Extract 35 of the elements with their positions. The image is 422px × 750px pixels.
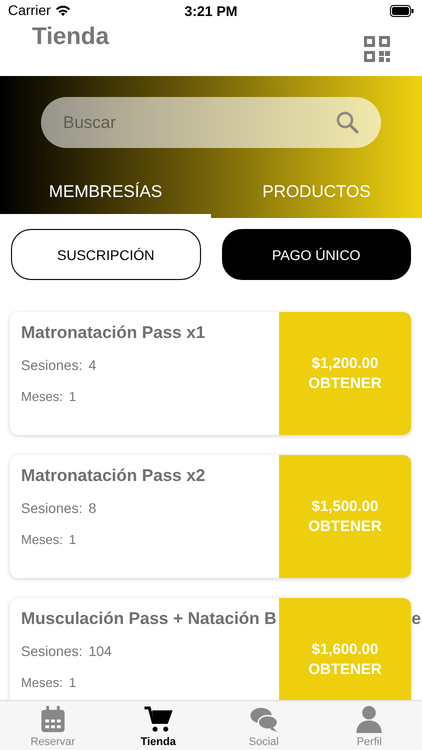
sessions-value: 104 xyxy=(88,643,112,661)
plan-type-button[interactable]: PAGO ÚNICO xyxy=(222,229,411,280)
person-icon xyxy=(354,705,384,734)
nav-tab[interactable]: Reservar xyxy=(0,701,106,750)
battery-icon xyxy=(390,5,414,17)
status-time: 3:21 PM xyxy=(184,3,238,19)
plan-type-button[interactable]: SUSCRIPCIÓN xyxy=(11,229,200,280)
nav-tab[interactable]: Perfil xyxy=(316,701,422,750)
months-value: 1 xyxy=(68,388,76,405)
months-value: 1 xyxy=(68,674,76,691)
category-tab[interactable]: PRODUCTOS xyxy=(211,182,422,218)
months-label: Meses: xyxy=(21,532,63,548)
sessions-label: Sesiones: xyxy=(21,500,82,518)
search-icon[interactable] xyxy=(335,110,359,134)
membership-title: Matronatación Pass x2 xyxy=(21,465,206,486)
chat-icon xyxy=(248,705,279,734)
search-field[interactable]: Buscar xyxy=(41,97,381,148)
page-title: Tienda xyxy=(32,22,109,52)
nav-tab[interactable]: Tienda xyxy=(106,701,211,750)
membership-title-tail: e xyxy=(412,608,421,630)
months-value: 1 xyxy=(68,532,76,548)
qr-code-icon[interactable] xyxy=(364,36,390,62)
months-label: Meses: xyxy=(21,674,63,691)
sessions-value: 8 xyxy=(88,500,96,518)
sessions-label: Sesiones: xyxy=(21,357,82,375)
wifi-icon xyxy=(54,5,71,17)
nav-tab[interactable]: Social xyxy=(211,701,316,750)
sessions-value: 4 xyxy=(88,357,96,375)
sessions-label: Sesiones: xyxy=(21,643,82,661)
category-tab[interactable]: MEMBRESÍAS xyxy=(0,182,211,218)
membership-title: Musculación Pass + Natación B xyxy=(21,608,277,630)
membership-title: Matronatación Pass x1 xyxy=(21,322,206,344)
cart-icon xyxy=(143,705,174,734)
months-label: Meses: xyxy=(21,388,63,405)
carrier-name: Carrier xyxy=(8,2,51,20)
